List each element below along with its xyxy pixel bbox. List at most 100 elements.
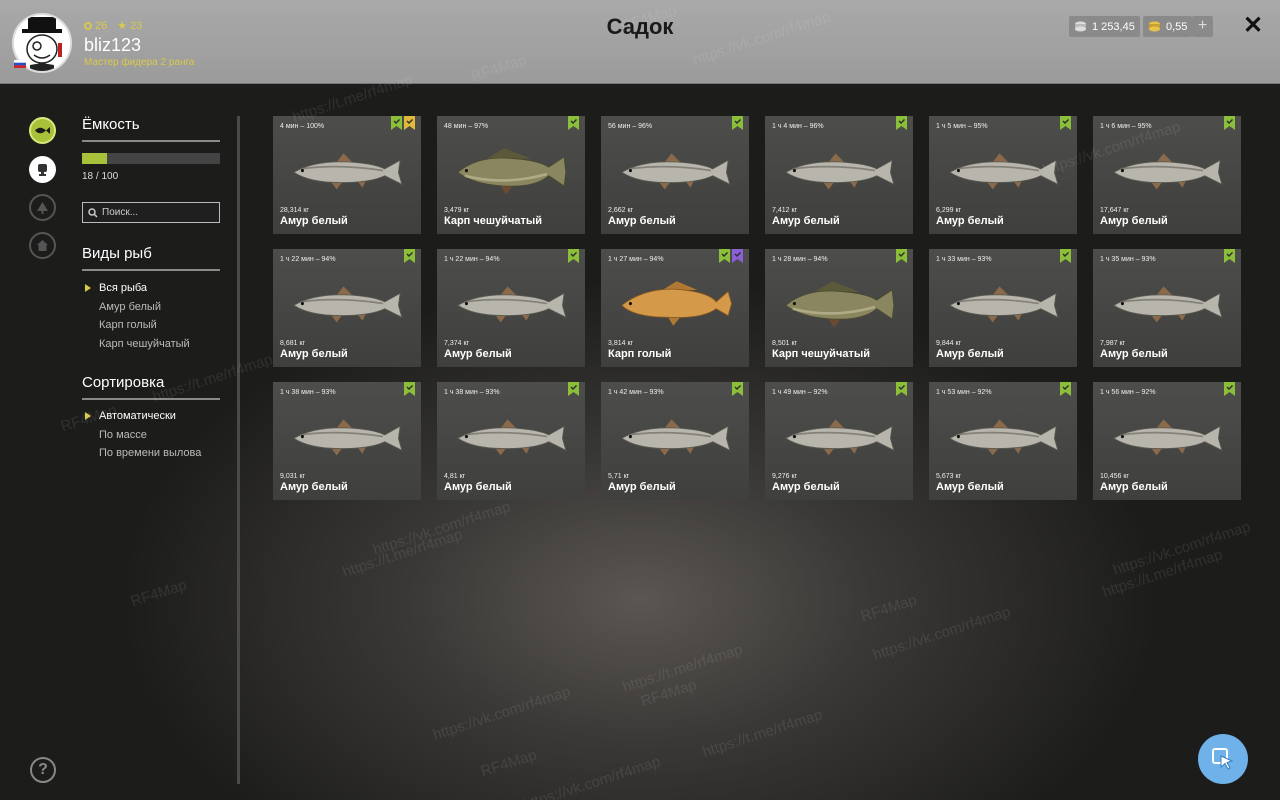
fish-name: Амур белый xyxy=(1100,215,1168,227)
cursor-mode-button[interactable] xyxy=(1198,734,1248,784)
fish-image xyxy=(949,419,1059,456)
fish-card[interactable]: 1 ч 4 мин – 96% 7,412 кг Амур белый xyxy=(765,116,913,234)
fish-card[interactable]: 1 ч 38 мин – 93% 4,81 кг Амур белый xyxy=(437,382,585,500)
fish-weight: 9,276 кг xyxy=(772,473,798,480)
watermark-text: https://vk.com/rf4map xyxy=(430,683,573,744)
sort-option[interactable]: По времени вылова xyxy=(99,447,201,459)
fish-card[interactable]: 48 мин – 97% 3,479 кг Карп чешуйчатый xyxy=(437,116,585,234)
fish-card[interactable]: 1 ч 22 мин – 94% 7,374 кг Амур белый xyxy=(437,249,585,367)
fish-card[interactable]: 1 ч 22 мин – 94% 8,681 кг Амур белый xyxy=(273,249,421,367)
species-option[interactable]: Карп чешуйчатый xyxy=(99,338,190,350)
fish-weight: 10,456 кг xyxy=(1100,473,1129,480)
yellow-ribbon-icon xyxy=(404,116,415,130)
fish-badges xyxy=(568,382,579,396)
green-ribbon-icon xyxy=(404,382,415,396)
catch-time-quality: 1 ч 42 мин – 93% xyxy=(608,389,664,396)
fish-card[interactable]: 1 ч 56 мин – 92% 10,456 кг Амур белый xyxy=(1093,382,1241,500)
species-option[interactable]: Вся рыба xyxy=(85,282,147,294)
fish-card[interactable]: 1 ч 35 мин – 93% 7,987 кг Амур белый xyxy=(1093,249,1241,367)
fish-badges xyxy=(896,382,907,396)
fish-weight: 4,81 кг xyxy=(444,473,466,480)
fish-name: Амур белый xyxy=(1100,481,1168,493)
sort-label: Автоматически xyxy=(99,410,176,422)
trophy-icon[interactable] xyxy=(29,156,56,183)
watermark-text: https://t.me/rf4map xyxy=(620,641,745,696)
fish-card[interactable]: 1 ч 33 мин – 93% 9,844 кг Амур белый xyxy=(929,249,1077,367)
species-option[interactable]: Амур белый xyxy=(99,301,161,313)
fish-badges xyxy=(719,249,743,263)
green-ribbon-icon xyxy=(1224,382,1235,396)
fish-card[interactable]: 1 ч 5 мин – 95% 6,299 кг Амур белый xyxy=(929,116,1077,234)
fish-weight: 8,501 кг xyxy=(772,340,798,347)
level-2-value: 23 xyxy=(130,19,143,32)
green-ribbon-icon xyxy=(391,116,402,130)
capacity-progress-fill xyxy=(82,153,107,164)
fish-name: Амур белый xyxy=(444,481,512,493)
sort-option[interactable]: Автоматически xyxy=(85,410,176,422)
search-field[interactable] xyxy=(82,202,220,223)
catch-time-quality: 1 ч 6 мин – 95% xyxy=(1100,123,1152,130)
fish-card[interactable]: 56 мин – 96% 2,662 кг Амур белый xyxy=(601,116,749,234)
fish-card[interactable]: 1 ч 38 мин – 93% 9,031 кг Амур белый xyxy=(273,382,421,500)
keepnet-fish-icon[interactable] xyxy=(29,117,56,144)
fish-badges xyxy=(568,249,579,263)
fish-image xyxy=(457,148,567,195)
catch-time-quality: 1 ч 27 мин – 94% xyxy=(608,256,664,263)
help-button[interactable]: ? xyxy=(30,757,56,783)
watermark-text: RF4Map xyxy=(128,576,189,611)
level-2: ★ 23 xyxy=(117,19,143,33)
fish-image xyxy=(293,286,403,323)
search-input[interactable] xyxy=(102,207,212,218)
fish-badges xyxy=(896,249,907,263)
watermark-text: https://t.me/rf4map xyxy=(700,706,825,761)
sidebar-divider xyxy=(237,116,240,784)
silver-coins-icon xyxy=(1075,21,1086,32)
catch-time-quality: 4 мин – 100% xyxy=(280,123,325,130)
fish-image xyxy=(457,286,567,323)
capacity-title: Ёмкость xyxy=(82,116,140,133)
fish-card[interactable]: 1 ч 27 мин – 94% 3,814 кг Карп голый xyxy=(601,249,749,367)
fish-image xyxy=(949,153,1059,190)
green-ribbon-icon xyxy=(732,116,743,130)
fish-card[interactable]: 1 ч 6 мин – 95% 17,647 кг Амур белый xyxy=(1093,116,1241,234)
fish-weight: 9,844 кг xyxy=(936,340,962,347)
watermark-text: https://vk.com/rf4map xyxy=(870,603,1013,664)
cursor-icon xyxy=(1212,748,1234,770)
add-gold-button[interactable]: + xyxy=(1192,16,1213,37)
species-option[interactable]: Карп голый xyxy=(99,319,157,331)
green-ribbon-icon xyxy=(568,116,579,130)
fish-card[interactable]: 1 ч 28 мин – 94% 8,501 кг Карп чешуйчатый xyxy=(765,249,913,367)
fish-badges xyxy=(1060,382,1071,396)
catch-time-quality: 1 ч 53 мин – 92% xyxy=(936,389,992,396)
fish-card[interactable]: 1 ч 42 мин – 93% 5,71 кг Амур белый xyxy=(601,382,749,500)
fish-card[interactable]: 1 ч 49 мин – 92% 9,276 кг Амур белый xyxy=(765,382,913,500)
fish-image xyxy=(785,281,895,328)
fish-image xyxy=(293,419,403,456)
fish-card[interactable]: 1 ч 53 мин – 92% 5,673 кг Амур белый xyxy=(929,382,1077,500)
fish-badges xyxy=(896,116,907,130)
fish-name: Карп чешуйчатый xyxy=(444,215,542,227)
fish-name: Амур белый xyxy=(280,215,348,227)
fish-image xyxy=(621,419,731,456)
watermark-text: https://t.me/rf4map xyxy=(1100,546,1225,601)
fish-badges xyxy=(1224,116,1235,130)
watermark-text: https://vk.com/rf4map xyxy=(520,753,663,800)
species-label: Карп голый xyxy=(99,319,157,331)
fish-weight: 3,814 кг xyxy=(608,340,634,347)
fish-name: Карп чешуйчатый xyxy=(772,348,870,360)
watermark-text: https://vk.com/rf4map xyxy=(370,498,513,559)
catch-time-quality: 1 ч 4 мин – 96% xyxy=(772,123,824,130)
catch-time-quality: 1 ч 28 мин – 94% xyxy=(772,256,828,263)
sort-option[interactable]: По массе xyxy=(99,429,147,441)
fish-card[interactable]: 4 мин – 100% 28,314 кг Амур белый xyxy=(273,116,421,234)
close-button[interactable]: ✕ xyxy=(1242,14,1264,38)
watermark-text: https://t.me/rf4map xyxy=(340,526,465,581)
fish-weight: 2,662 кг xyxy=(608,207,634,214)
home-icon[interactable] xyxy=(29,232,56,259)
fish-weight: 3,479 кг xyxy=(444,207,470,214)
fish-badges xyxy=(404,249,415,263)
tree-icon[interactable] xyxy=(29,194,56,221)
catch-time-quality: 1 ч 35 мин – 93% xyxy=(1100,256,1156,263)
green-ribbon-icon xyxy=(1224,249,1235,263)
fish-name: Амур белый xyxy=(280,481,348,493)
